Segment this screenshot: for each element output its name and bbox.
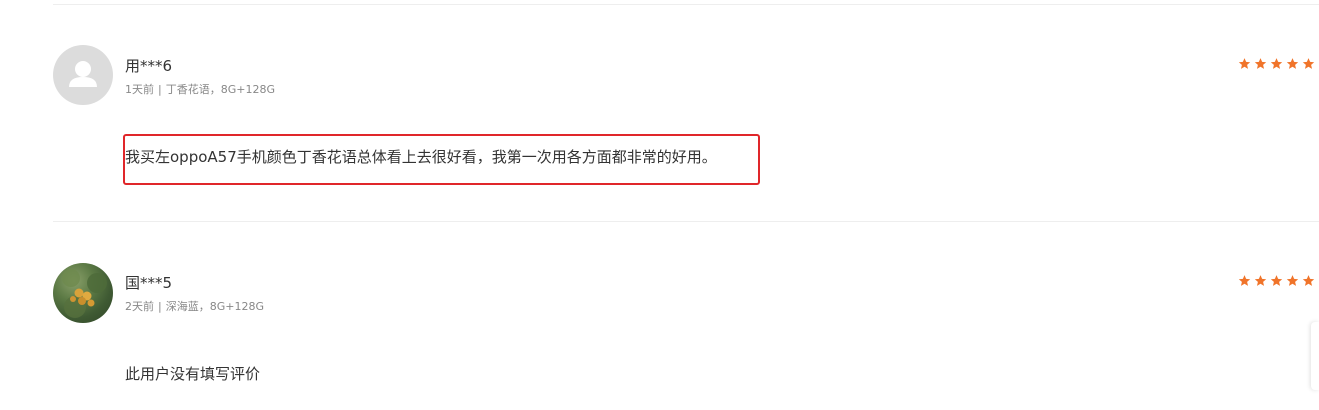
review-meta: 1天前 | 丁香花语，8G+128G: [125, 81, 275, 97]
review-username: 用***6: [125, 57, 173, 75]
review-time: 1天前: [125, 83, 154, 96]
review-spec: 深海蓝，8G+128G: [165, 300, 264, 313]
star-icon: [1270, 58, 1283, 69]
highlight-box: [123, 134, 760, 185]
review-username: 国***5: [125, 274, 173, 292]
star-icon: [1238, 58, 1251, 69]
user-photo: [62, 269, 107, 318]
review-meta: 2天前 | 深海蓝，8G+128G: [125, 298, 264, 314]
avatar: [53, 263, 113, 323]
reviews-page: 用***6 1天前 | 丁香花语，8G+128G 我买左oppoA57手机颜色丁香花…: [0, 0, 1319, 410]
avatar: [53, 45, 113, 105]
side-float-widget[interactable]: [1311, 322, 1319, 390]
star-icon: [1302, 275, 1315, 286]
star-icon: [1254, 58, 1267, 69]
meta-separator: |: [158, 300, 162, 313]
star-icon: [1286, 275, 1299, 286]
review-time: 2天前: [125, 300, 154, 313]
star-icon: [1302, 58, 1315, 69]
default-user-icon: [69, 61, 97, 87]
star-icon: [1286, 58, 1299, 69]
review-content: 此用户没有填写评价: [125, 365, 261, 383]
star-icon: [1270, 275, 1283, 286]
review-divider: [53, 221, 1319, 222]
rating-stars: [1238, 274, 1319, 288]
meta-separator: |: [158, 83, 162, 96]
review-spec: 丁香花语，8G+128G: [165, 83, 275, 96]
top-divider: [53, 4, 1319, 5]
rating-stars: [1238, 57, 1319, 71]
star-icon: [1238, 275, 1251, 286]
star-icon: [1254, 275, 1267, 286]
